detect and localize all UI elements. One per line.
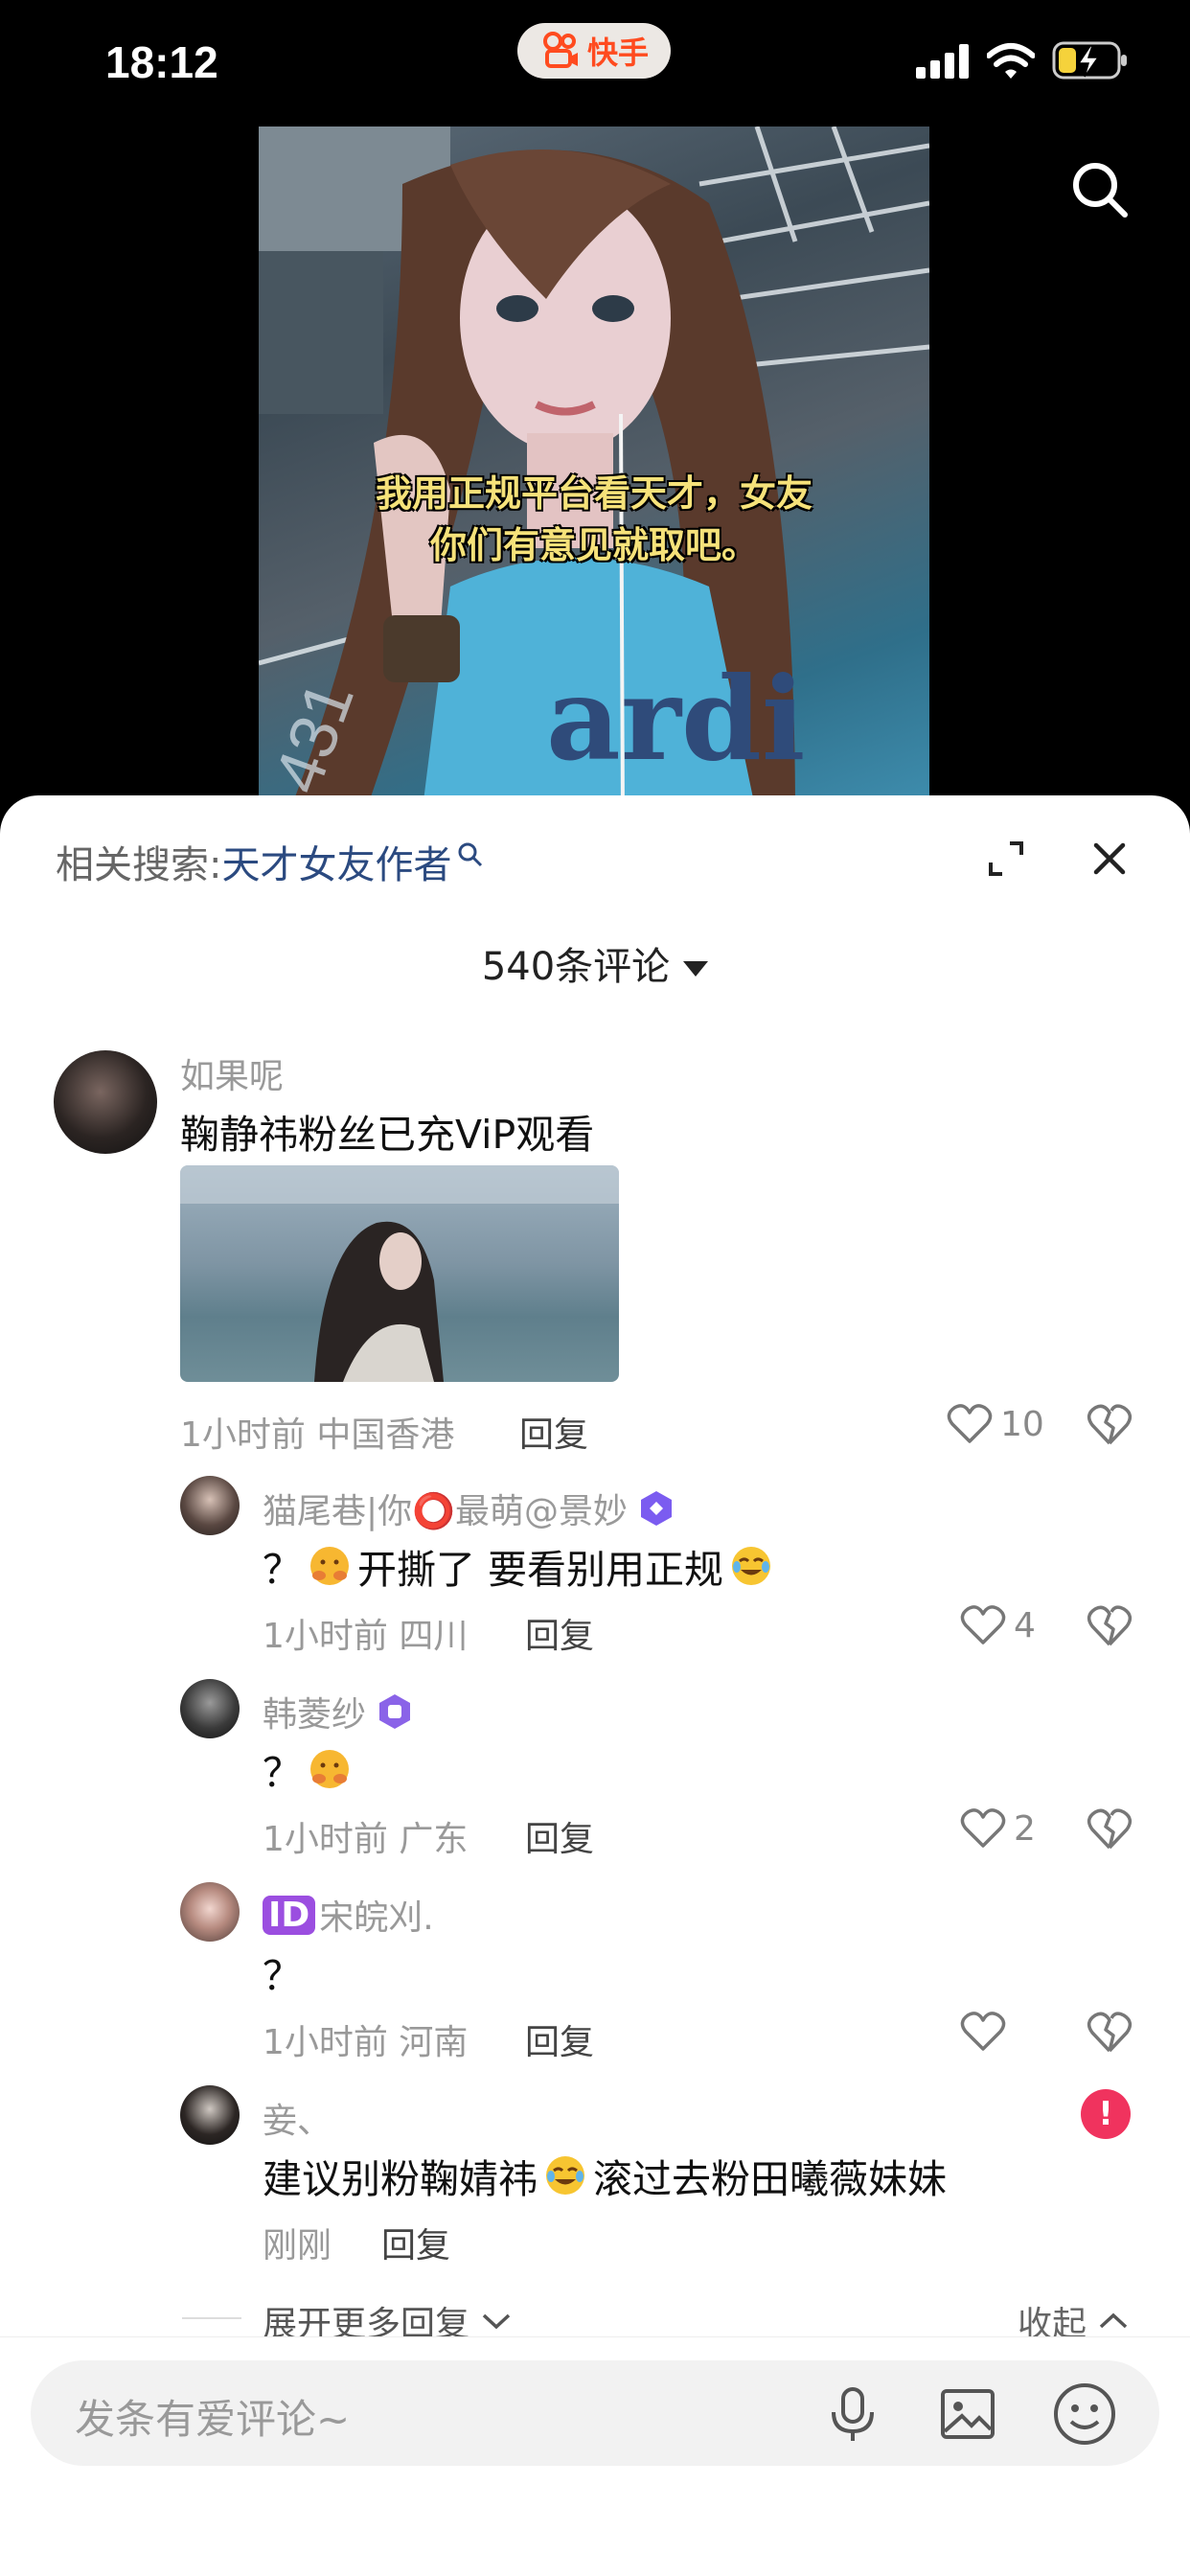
reply-text: ？ xyxy=(263,1740,357,1798)
heart-icon xyxy=(960,1808,1006,1848)
comment-username[interactable]: 如果呢 xyxy=(180,1048,284,1098)
image-icon[interactable] xyxy=(937,2383,998,2445)
comment-count-sort[interactable]: 540条评论 xyxy=(0,935,1190,991)
dislike-broken-heart-icon[interactable] xyxy=(1087,1604,1133,1648)
hug-emoji-icon xyxy=(310,1750,349,1788)
comment-input[interactable]: 发条有爱评论~ xyxy=(31,2360,1159,2466)
reply-time: 刚刚 xyxy=(263,2226,332,2266)
reply-time: 1小时前 xyxy=(263,2023,388,2062)
like-button[interactable]: 2 xyxy=(960,1807,1036,1850)
microphone-icon[interactable] xyxy=(822,2383,883,2445)
avatar[interactable] xyxy=(54,1050,157,1154)
chevron-up-icon xyxy=(1099,2312,1128,2329)
expand-icon[interactable] xyxy=(987,840,1025,878)
reply-time: 1小时前 xyxy=(263,1820,388,1859)
like-count: 4 xyxy=(1014,1605,1036,1645)
comment-count: 540条评论 xyxy=(481,945,671,989)
reply-text: ？ 开撕了 要看别用正规 xyxy=(263,1537,779,1595)
reply-location: 广东 xyxy=(399,1820,469,1859)
like-count: 2 xyxy=(1014,1808,1036,1849)
like-count: 10 xyxy=(1000,1404,1044,1444)
reply-meta: 1小时前 广东 xyxy=(263,1811,468,1861)
purple-hex-badge-icon xyxy=(379,1694,411,1729)
alert-badge-icon[interactable]: ! xyxy=(1081,2089,1131,2139)
reply-text: 建议别粉鞠婧祎 滚过去粉田曦薇妹妹 xyxy=(263,2147,947,2204)
wifi-icon xyxy=(987,43,1035,79)
avatar[interactable] xyxy=(180,1476,240,1535)
comment-location: 中国香港 xyxy=(316,1415,455,1455)
reply-meta: 1小时前 河南 xyxy=(263,2014,468,2064)
search-icon[interactable] xyxy=(1069,159,1131,220)
heart-icon xyxy=(960,2012,1006,2051)
reply-text-b: 开撕了 要看别用正规 xyxy=(357,1547,724,1593)
reply-username-row[interactable]: 韩菱纱 xyxy=(263,1687,414,1736)
video-caption-line2: 你们有意见就取吧。 xyxy=(429,524,758,566)
reply-username-row[interactable]: ID 宋皖刈. xyxy=(263,1890,434,1940)
id-badge-icon: ID xyxy=(263,1895,316,1935)
heart-icon xyxy=(960,1605,1006,1644)
heart-icon xyxy=(947,1404,993,1443)
comment-text: 鞠静祎粉丝已充ViP观看 xyxy=(180,1112,595,1158)
related-search-label: 相关搜索: xyxy=(56,843,222,887)
thread-divider xyxy=(182,2317,241,2319)
laugh-cry-emoji-icon xyxy=(732,1547,771,1585)
purple-hex-badge-icon xyxy=(640,1491,672,1526)
reply-button[interactable]: 回复 xyxy=(525,2014,594,2064)
comment-input-placeholder: 发条有爱评论~ xyxy=(75,2396,351,2443)
comment-image-thumbnail[interactable] xyxy=(180,1165,619,1382)
avatar[interactable] xyxy=(180,1679,240,1738)
reply-meta: 1小时前 四川 xyxy=(263,1608,468,1658)
shirt-print: ardi xyxy=(546,652,805,787)
cellular-signal-icon xyxy=(916,44,969,79)
hug-emoji-icon xyxy=(310,1547,349,1585)
avatar[interactable] xyxy=(180,1882,240,1942)
comment-input-bar: 发条有爱评论~ xyxy=(0,2336,1190,2576)
status-time: 18:12 xyxy=(105,37,218,87)
reply-time: 1小时前 xyxy=(263,1617,388,1656)
related-search-keyword[interactable]: 天才女友作者 xyxy=(221,834,451,889)
comment-time: 1小时前 xyxy=(180,1415,306,1455)
emoji-icon[interactable] xyxy=(1050,2380,1119,2449)
chevron-down-icon xyxy=(482,2313,511,2330)
app-name: 快手 xyxy=(586,34,649,71)
reply-location: 四川 xyxy=(399,1617,469,1656)
small-search-icon xyxy=(458,842,483,867)
kuaishou-logo-icon xyxy=(542,32,578,68)
reply-button[interactable]: 回复 xyxy=(519,1407,588,1457)
related-search[interactable]: 相关搜索: 天才女友作者 xyxy=(56,834,484,889)
dislike-broken-heart-icon[interactable] xyxy=(1087,2011,1133,2055)
reply-button[interactable]: 回复 xyxy=(525,1608,594,1658)
dislike-broken-heart-icon[interactable] xyxy=(1087,1807,1133,1852)
avatar[interactable] xyxy=(180,2085,240,2145)
like-button[interactable]: 4 xyxy=(960,1604,1036,1646)
dropdown-triangle-icon xyxy=(683,961,709,977)
video-caption-line1: 我用正规平台看天才，女友 xyxy=(375,472,812,515)
reply-username-row[interactable]: 猫尾巷|你⭕最萌@景妙 xyxy=(263,1484,675,1533)
reply-username: 韩菱纱 xyxy=(263,1695,367,1735)
thumbnail-image xyxy=(180,1165,619,1382)
reply-button[interactable]: 回复 xyxy=(525,1811,594,1861)
video-player[interactable]: ardi 431 我用正规平台看天才，女友 你们有意见就取吧。 xyxy=(259,126,929,816)
comment-meta: 1小时前 中国香港 xyxy=(180,1407,454,1457)
like-button[interactable] xyxy=(960,2011,1014,2053)
dislike-broken-heart-icon[interactable] xyxy=(1087,1403,1133,1447)
reply-text-b: 滚过去粉田曦薇妹妹 xyxy=(593,2156,947,2202)
comment-panel: 相关搜索: 天才女友作者 540条评论 如果呢 鞠静祎粉丝已充ViP观看 1小时… xyxy=(0,795,1190,2576)
reply-button[interactable]: 回复 xyxy=(381,2218,450,2267)
reply-username[interactable]: 妾、 xyxy=(263,2093,332,2143)
reply-text: ？ xyxy=(263,1953,302,1999)
reply-username: 宋皖刈. xyxy=(319,1898,434,1938)
reply-location: 河南 xyxy=(399,2023,469,2062)
status-bar: 18:12 快手 xyxy=(0,0,1190,125)
laugh-cry-emoji-icon xyxy=(546,2156,584,2195)
close-icon[interactable] xyxy=(1090,840,1129,878)
reply-text-a: 建议别粉鞠婧祎 xyxy=(263,2156,538,2202)
reply-text-a: ？ xyxy=(263,1750,302,1796)
like-button[interactable]: 10 xyxy=(947,1403,1044,1445)
reply-username: 猫尾巷|你⭕最萌@景妙 xyxy=(263,1492,628,1531)
battery-charging-icon xyxy=(1052,41,1127,80)
app-pill[interactable]: 快手 xyxy=(517,23,671,79)
reply-text-a: ？ xyxy=(263,1547,302,1593)
